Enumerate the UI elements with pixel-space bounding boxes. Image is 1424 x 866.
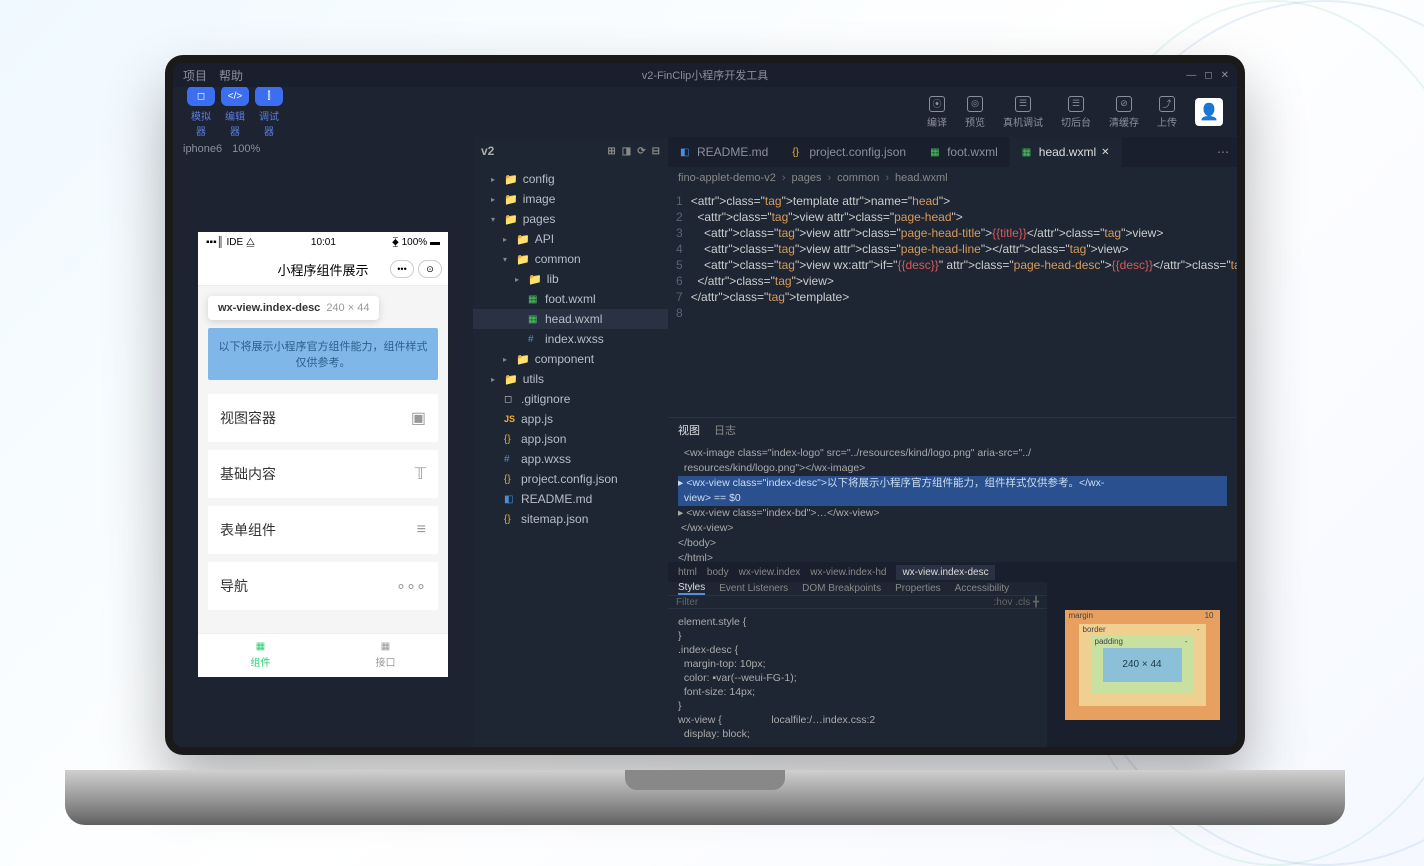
editor-tab[interactable]: ◧README.md [668,137,780,167]
project-root[interactable]: v2 [481,144,494,158]
tree-item[interactable]: #index.wxss [473,329,668,349]
tree-item[interactable]: ▸📁lib [473,269,668,289]
tree-item[interactable]: {}sitemap.json [473,509,668,529]
status-right: ⧱ 100% ▬ [392,237,440,248]
editor-tabs: ◧README.md{}project.config.json▦foot.wxm… [668,137,1237,167]
menu-project[interactable]: 项目 [183,67,207,84]
device-zoom[interactable]: 100% [232,143,260,155]
phone-tab-接口[interactable]: ▦接口 [323,634,448,677]
card-item[interactable]: 基础内容𝕋 [208,450,438,498]
editor-toggle[interactable]: </> [221,86,249,106]
toolbar: ◻ </> ⫿ 模拟器 编辑器 调试器 ⦿编译 ◎预览 ☰真机调试 ☰切后台 ⊘清缓存 ⤴… [173,87,1237,137]
tree-item[interactable]: {}app.json [473,429,668,449]
tool-编译[interactable]: ⦿编译 [927,96,947,129]
breadcrumb-seg[interactable]: head.wxml [895,172,948,184]
tree-item[interactable]: ◻.gitignore [473,389,668,409]
capsule-menu-icon[interactable]: ••• [390,260,414,278]
app-title: 小程序组件展示 [277,260,368,279]
code-editor[interactable]: 12345678 <attr">class="tag">template att… [668,189,1237,417]
dt-tab-view[interactable]: 视图 [678,422,700,438]
maximize-icon[interactable]: ◻ [1204,70,1212,81]
phone-preview[interactable]: ▪▪▪║ IDE ⧋ 10:01 ⧱ 100% ▬ 小程序组件展示 ••• ⊙ [198,232,448,677]
styles-filter[interactable]: Filter [676,597,698,608]
styles-tab[interactable]: Accessibility [955,583,1009,594]
phone-tab-组件[interactable]: ▦组件 [198,634,323,677]
editor-tab[interactable]: ▦foot.wxml [918,137,1010,167]
tree-item[interactable]: ▾📁common [473,249,668,269]
editor-tab[interactable]: {}project.config.json [780,137,918,167]
tool-预览[interactable]: ◎预览 [965,96,985,129]
card-item[interactable]: 导航∘∘∘ [208,562,438,610]
inspect-tooltip: wx-view.index-desc240 × 44 [208,296,379,320]
ide-screen: 项目 帮助 v2-FinClip小程序开发工具 — ◻ ✕ ◻ </> ⫿ [173,63,1237,747]
styles-tab[interactable]: Event Listeners [719,583,788,594]
breadcrumb-seg[interactable]: fino-applet-demo-v2 [678,172,776,184]
tree-item[interactable]: #app.wxss [473,449,668,469]
menubar: 项目 帮助 v2-FinClip小程序开发工具 — ◻ ✕ [173,63,1237,87]
breadcrumb: fino-applet-demo-v2›pages›common›head.wx… [668,167,1237,189]
laptop-frame: 项目 帮助 v2-FinClip小程序开发工具 — ◻ ✕ ◻ </> ⫿ [165,55,1245,815]
status-time: 10:01 [311,237,336,248]
crumb-seg[interactable]: wx-view.index-hd [810,567,886,578]
tool-清缓存[interactable]: ⊘清缓存 [1109,96,1139,129]
refresh-icon[interactable]: ⟳ [637,146,645,157]
crumb-seg[interactable]: html [678,567,697,578]
tree-item[interactable]: ▦foot.wxml [473,289,668,309]
status-left: ▪▪▪║ IDE ⧋ [206,237,255,248]
avatar[interactable]: 👤 [1195,98,1223,126]
styles-rules[interactable]: element.style {}.index-desc { </div> mar… [668,609,1047,747]
tree-item[interactable]: ▸📁utils [473,369,668,389]
new-folder-icon[interactable]: ◨ [622,146,631,157]
minimize-icon[interactable]: — [1186,70,1196,81]
tool-真机调试[interactable]: ☰真机调试 [1003,96,1043,129]
highlighted-element[interactable]: 以下将展示小程序官方组件能力，组件样式仅供参考。 [208,328,438,380]
tree-item[interactable]: ▸📁image [473,189,668,209]
new-file-icon[interactable]: ⊞ [607,146,615,157]
tree-item[interactable]: {}project.config.json [473,469,668,489]
simulator-label: 模拟器 [187,108,215,138]
tree-item[interactable]: ◧README.md [473,489,668,509]
tree-item[interactable]: ▦head.wxml [473,309,668,329]
editor-tab[interactable]: ▦head.wxml✕ [1010,137,1122,167]
close-icon[interactable]: ✕ [1221,70,1229,81]
simulator-toggle[interactable]: ◻ [187,86,215,106]
tool-上传[interactable]: ⤴上传 [1157,96,1177,129]
styles-tab[interactable]: Properties [895,583,941,594]
styles-tab[interactable]: Styles [678,582,705,595]
tab-overflow-icon[interactable]: ⋯ [1209,145,1237,159]
elements-panel[interactable]: <wx-image class="index-logo" src="../res… [668,442,1237,562]
collapse-icon[interactable]: ⊟ [652,146,660,157]
simulator-pane: iphone6 100% ▪▪▪║ IDE ⧋ 10:01 ⧱ 100% ▬ 小… [173,137,473,747]
devtools: 视图 日志 <wx-image class="index-logo" src="… [668,417,1237,747]
editor-label: 编辑器 [221,108,249,138]
device-name[interactable]: iphone6 [183,143,222,155]
crumb-seg[interactable]: wx-view.index [739,567,801,578]
tree-item[interactable]: ▸📁config [473,169,668,189]
crumb-seg[interactable]: body [707,567,729,578]
breadcrumb-seg[interactable]: pages [792,172,822,184]
menu-help[interactable]: 帮助 [219,67,243,84]
debugger-label: 调试器 [255,108,283,138]
styles-filter-actions[interactable]: :hov .cls ╋ [994,597,1039,608]
capsule-close-icon[interactable]: ⊙ [418,260,442,278]
tree-item[interactable]: ▾📁pages [473,209,668,229]
tree-item[interactable]: JSapp.js [473,409,668,429]
debugger-toggle[interactable]: ⫿ [255,86,283,106]
tree-item[interactable]: ▸📁component [473,349,668,369]
file-explorer: v2 ⊞ ◨ ⟳ ⊟ ▸📁config▸📁image▾📁pages▸📁API▾📁… [473,137,668,747]
box-model[interactable]: margin10 border- padding- 240 × 44 [1047,582,1237,747]
styles-tab[interactable]: DOM Breakpoints [802,583,881,594]
card-item[interactable]: 表单组件≡ [208,506,438,554]
window-title: v2-FinClip小程序开发工具 [642,67,769,83]
elements-breadcrumb[interactable]: html body wx-view.index wx-view.index-hd wx-… [668,562,1237,582]
breadcrumb-seg[interactable]: common [837,172,879,184]
tool-切后台[interactable]: ☰切后台 [1061,96,1091,129]
dt-tab-log[interactable]: 日志 [714,422,736,438]
card-item[interactable]: 视图容器▣ [208,394,438,442]
crumb-seg[interactable]: wx-view.index-desc [896,565,994,580]
tree-item[interactable]: ▸📁API [473,229,668,249]
